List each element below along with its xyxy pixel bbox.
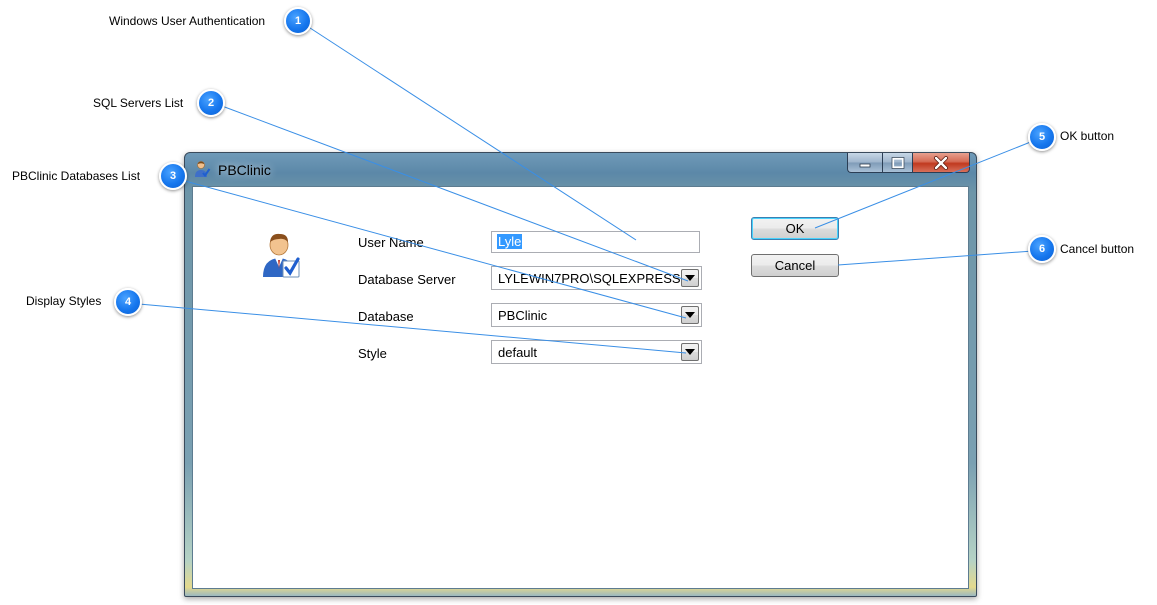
minimize-button[interactable]	[847, 153, 882, 173]
user-name-label: User Name	[358, 235, 424, 250]
database-value: PBClinic	[498, 308, 548, 323]
close-icon	[934, 155, 948, 170]
style-combobox[interactable]: default	[491, 340, 702, 364]
database-label: Database	[358, 309, 414, 324]
maximize-button[interactable]	[882, 153, 913, 173]
style-value: default	[498, 345, 538, 360]
chevron-down-icon	[685, 275, 695, 281]
maximize-icon	[891, 156, 904, 169]
database-server-label: Database Server	[358, 272, 456, 287]
callout-badge-4: 4	[114, 288, 142, 316]
minimize-icon	[859, 163, 871, 167]
database-server-combobox[interactable]: LYLEWIN7PRO\SQLEXPRESS	[491, 266, 702, 290]
ok-button[interactable]: OK	[751, 217, 839, 240]
database-dropdown-button[interactable]	[681, 306, 699, 324]
callout-badge-6: 6	[1028, 235, 1056, 263]
window-title: PBClinic	[218, 162, 271, 178]
chevron-down-icon	[685, 312, 695, 318]
caption-buttons	[847, 153, 970, 173]
chevron-down-icon	[685, 349, 695, 355]
database-combobox[interactable]: PBClinic	[491, 303, 702, 327]
callout-badge-1: 1	[284, 7, 312, 35]
callout-badge-2: 2	[197, 89, 225, 117]
login-dialog-window: PBClinic User Name Lyle Database Server …	[184, 152, 977, 597]
cancel-button[interactable]: Cancel	[751, 254, 839, 277]
callout-label-2: SQL Servers List	[93, 96, 184, 110]
user-name-input[interactable]: Lyle	[491, 231, 700, 253]
callout-badge-5: 5	[1028, 123, 1056, 151]
user-authentication-icon	[263, 233, 300, 278]
callout-label-3: PBClinic Databases List	[12, 169, 141, 183]
user-check-icon	[195, 161, 211, 178]
callout-label-6: Cancel button	[1060, 242, 1135, 256]
database-server-dropdown-button[interactable]	[681, 269, 699, 287]
title-bar[interactable]: PBClinic	[185, 153, 976, 187]
close-button[interactable]	[913, 153, 970, 173]
user-name-value: Lyle	[497, 234, 523, 249]
style-dropdown-button[interactable]	[681, 343, 699, 361]
callout-label-1: Windows User Authentication	[109, 14, 266, 28]
callout-badge-3: 3	[159, 162, 187, 190]
dialog-client-area: User Name Lyle Database Server LYLEWIN7P…	[192, 186, 969, 589]
callout-label-4: Display Styles	[26, 294, 102, 308]
database-server-value: LYLEWIN7PRO\SQLEXPRESS	[498, 271, 680, 286]
style-label: Style	[358, 346, 387, 361]
callout-label-5: OK button	[1060, 129, 1115, 143]
